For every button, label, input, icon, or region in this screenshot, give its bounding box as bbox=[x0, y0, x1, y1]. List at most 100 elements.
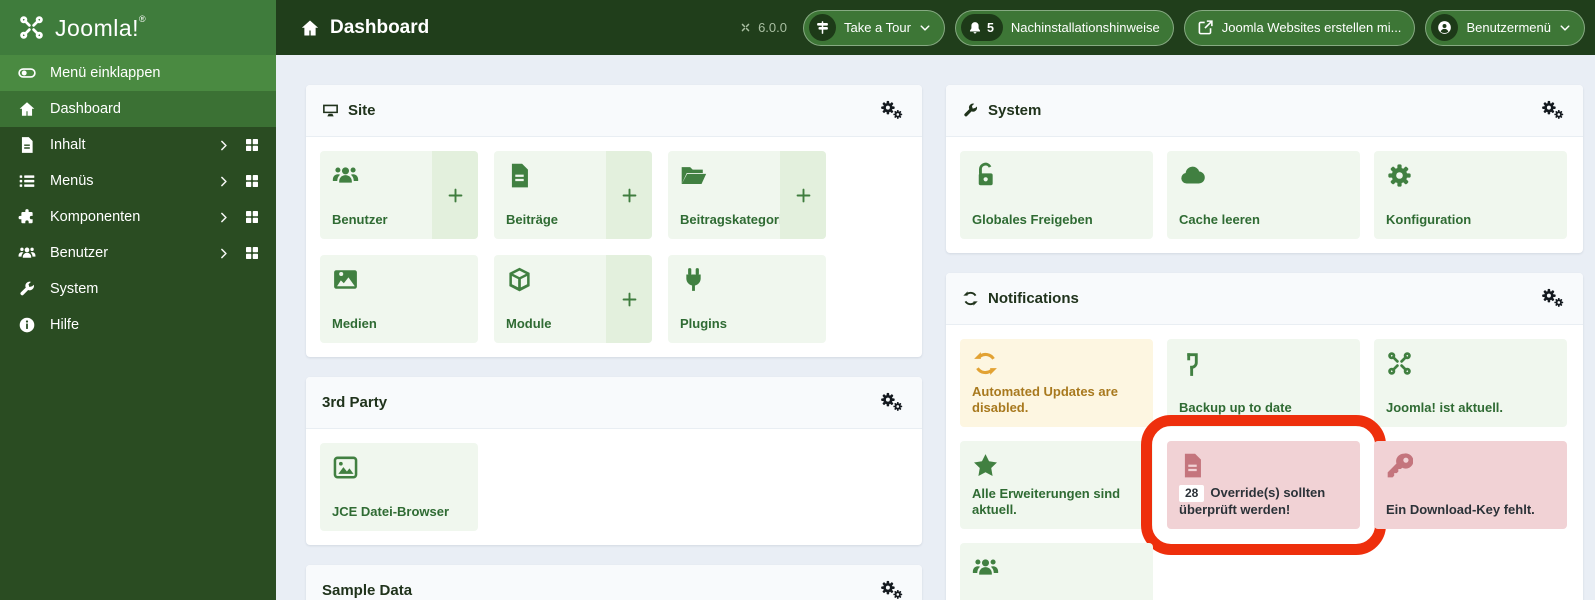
tile-label: Backup up to date bbox=[1179, 400, 1292, 416]
tile-beitragskategorien[interactable]: Beitragskategorien bbox=[668, 151, 826, 239]
tile-label: Module bbox=[506, 316, 552, 332]
tile-label: 28 Override(s) sollten überprüft werden! bbox=[1179, 484, 1348, 518]
sidebar-item-komponenten[interactable]: Komponenten bbox=[0, 199, 276, 235]
sidebar-item-system[interactable]: System bbox=[0, 271, 276, 307]
tile-content: Konfiguration bbox=[1374, 151, 1567, 239]
joomla-logo-icon bbox=[18, 14, 45, 41]
gear-icon bbox=[1386, 162, 1413, 189]
sidebar-item-men-einklappen[interactable]: Menü einklappen bbox=[0, 55, 276, 91]
joomla-icon bbox=[1386, 350, 1413, 377]
tile-label-text: Beiträge bbox=[506, 211, 559, 227]
tile-cache-leeren[interactable]: Cache leeren bbox=[1167, 151, 1360, 239]
grid-icon[interactable] bbox=[244, 245, 260, 261]
tile-beitr-ge[interactable]: Beiträge bbox=[494, 151, 652, 239]
quick-add-button[interactable] bbox=[780, 151, 826, 239]
right-column: System Globales Freigeben Cache leeren Konf… bbox=[946, 85, 1583, 600]
plus-icon bbox=[794, 186, 813, 205]
chevron-right-icon bbox=[217, 139, 230, 152]
quick-add-button[interactable] bbox=[606, 255, 652, 343]
cloud-icon bbox=[1179, 162, 1206, 189]
sidebar-item-label: Menüs bbox=[50, 173, 94, 189]
tile-label-text: Module bbox=[506, 315, 552, 331]
tile-backup-up-to-date[interactable]: Backup up to date bbox=[1167, 339, 1360, 427]
card-settings-button[interactable] bbox=[876, 577, 906, 600]
notification-count: 5 bbox=[986, 20, 994, 35]
plus-icon bbox=[620, 186, 639, 205]
tile-content: Ein Download-Key fehlt. bbox=[1374, 441, 1567, 529]
tile-label: Konfiguration bbox=[1386, 212, 1471, 228]
tile-label: Globales Freigeben bbox=[972, 212, 1093, 228]
sidebar-item-benutzer[interactable]: Benutzer bbox=[0, 235, 276, 271]
tile-jce-datei-browser[interactable]: JCE Datei-Browser bbox=[320, 443, 478, 531]
home-icon bbox=[300, 18, 320, 38]
sidebar-item-hilfe[interactable]: Hilfe bbox=[0, 307, 276, 343]
joomla-logo[interactable]: Joomla!® bbox=[0, 0, 276, 55]
grid-icon[interactable] bbox=[244, 137, 260, 153]
top-bar: Joomla!® Dashboard 6.0.0 Take a Tour 5 Nac… bbox=[0, 0, 1595, 55]
cogs-icon bbox=[878, 391, 904, 412]
quick-add-button[interactable] bbox=[606, 151, 652, 239]
tile-unlabeled[interactable] bbox=[960, 543, 1153, 600]
tile-medien[interactable]: Medien bbox=[320, 255, 478, 343]
tile-label-text: Ein Download-Key fehlt. bbox=[1386, 501, 1535, 517]
tile-override-s-sollten-berpr-ft-werden[interactable]: 28 Override(s) sollten überprüft werden! bbox=[1141, 415, 1386, 555]
tile-label: Ein Download-Key fehlt. bbox=[1386, 502, 1535, 518]
home-icon bbox=[18, 100, 36, 118]
signpost-circle bbox=[808, 14, 836, 41]
tile-ein-download-key-fehlt[interactable]: Ein Download-Key fehlt. bbox=[1374, 441, 1567, 529]
tile-content: Cache leeren bbox=[1167, 151, 1360, 239]
card-settings-button[interactable] bbox=[876, 389, 906, 417]
card-settings-button[interactable] bbox=[1537, 285, 1567, 313]
sidebar: Menü einklappen Dashboard Inhalt Menüs Kompo… bbox=[0, 55, 276, 600]
plus-icon bbox=[446, 186, 465, 205]
cogs-icon bbox=[878, 99, 904, 120]
users-icon bbox=[18, 244, 36, 262]
topbar-button-joomla-websites-erstellen-mi[interactable]: Joomla Websites erstellen mi... bbox=[1183, 9, 1416, 46]
card-settings-button[interactable] bbox=[1537, 97, 1567, 125]
users-icon bbox=[332, 162, 359, 189]
cogs-icon bbox=[1539, 287, 1565, 308]
tile-konfiguration[interactable]: Konfiguration bbox=[1374, 151, 1567, 239]
tile-label-text: Globales Freigeben bbox=[972, 211, 1093, 227]
tile-label: JCE Datei-Browser bbox=[332, 504, 449, 520]
tile-content: Beitragskategorien bbox=[668, 151, 798, 239]
quick-add-button[interactable] bbox=[432, 151, 478, 239]
tile-content: Plugins bbox=[668, 255, 826, 343]
sidebar-item-dashboard[interactable]: Dashboard bbox=[0, 91, 276, 127]
user-circle-circle bbox=[1431, 14, 1459, 41]
sidebar-item-men-s[interactable]: Menüs bbox=[0, 163, 276, 199]
tile-benutzer[interactable]: Benutzer bbox=[320, 151, 478, 239]
grid-icon[interactable] bbox=[244, 173, 260, 189]
card-notifications: Notifications Automated Updates are disab… bbox=[946, 273, 1583, 600]
card-site: Site Benutzer Beiträge Beitragskategorien Me… bbox=[306, 85, 922, 357]
tile-alle-erweiterungen-sind-aktuell[interactable]: Alle Erweiterungen sind aktuell. bbox=[960, 441, 1153, 529]
tile-label-text: Plugins bbox=[680, 315, 727, 331]
tile-module[interactable]: Module bbox=[494, 255, 652, 343]
sidebar-item-label: Inhalt bbox=[50, 137, 86, 153]
version-label: 6.0.0 bbox=[739, 20, 787, 35]
tile-label: Plugins bbox=[680, 316, 727, 332]
tile-content: Medien bbox=[320, 255, 478, 343]
chevron-right-icon bbox=[217, 211, 230, 224]
sidebar-item-inhalt[interactable]: Inhalt bbox=[0, 127, 276, 163]
tile-plugins[interactable]: Plugins bbox=[668, 255, 826, 343]
sidebar-item-label: Menü einklappen bbox=[50, 65, 161, 81]
tile-globales-freigeben[interactable]: Globales Freigeben bbox=[960, 151, 1153, 239]
tile-label: Alle Erweiterungen sind aktuell. bbox=[972, 486, 1141, 519]
image-icon bbox=[332, 266, 359, 293]
file-icon bbox=[506, 162, 533, 189]
topbar-button-benutzermen[interactable]: Benutzermenü bbox=[1425, 9, 1585, 46]
unlock-icon bbox=[972, 162, 999, 189]
registered-mark: ® bbox=[139, 13, 147, 24]
tile-joomla-ist-aktuell[interactable]: Joomla! ist aktuell. bbox=[1374, 339, 1567, 427]
topbar-button-take-a-tour[interactable]: Take a Tour bbox=[802, 9, 945, 46]
tile-automated-updates-are-disabled[interactable]: Automated Updates are disabled. bbox=[960, 339, 1153, 427]
card-settings-button[interactable] bbox=[876, 97, 906, 125]
topbar-button-nachinstallationshinweise[interactable]: 5 Nachinstallationshinweise bbox=[954, 9, 1174, 46]
grid-icon[interactable] bbox=[244, 209, 260, 225]
tile-content bbox=[960, 543, 1153, 600]
sync-icon bbox=[972, 350, 999, 377]
key-icon bbox=[1386, 452, 1413, 479]
tile-label-text: Benutzer bbox=[332, 211, 388, 227]
card-header: System bbox=[946, 85, 1583, 137]
